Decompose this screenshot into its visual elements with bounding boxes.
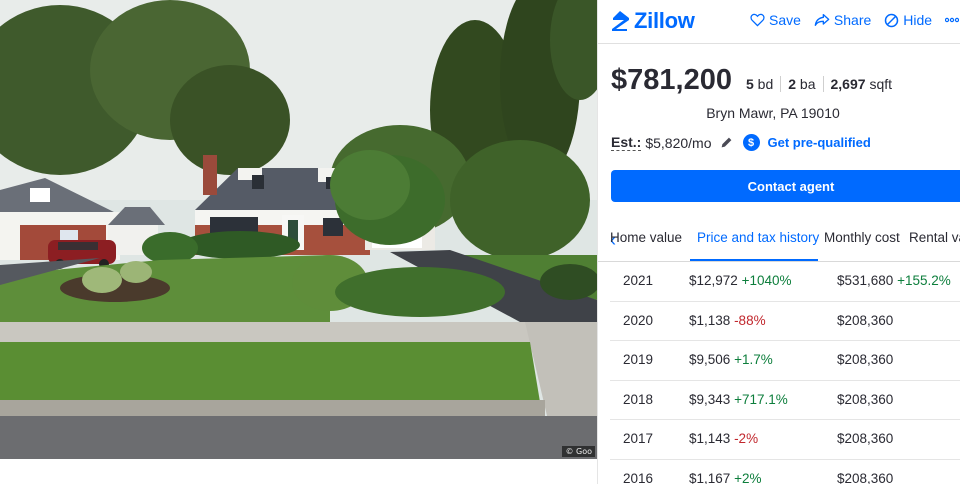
assessment-amount: $208,360 (837, 312, 894, 328)
tax-change: -2% (734, 431, 759, 446)
price-row: $781,200 5 bd 2 ba 2,697 sqft (611, 64, 892, 97)
year-cell: 2018 (623, 391, 654, 407)
dollar-icon: $ (742, 134, 760, 151)
assessment-amount: $208,360 (837, 352, 894, 367)
share-button[interactable]: Share (814, 12, 871, 28)
listing-panel: Zillow Save Share Hide $781,200 5 bd 2 b… (597, 0, 960, 484)
hide-button[interactable]: Hide (884, 12, 932, 28)
house-street-image (0, 0, 597, 459)
save-button[interactable]: Save (750, 12, 801, 28)
listing-price: $781,200 (611, 64, 732, 96)
tax-history-table: 2021 $12,972 +1040% $531,680 +155.2% 202… (610, 262, 960, 484)
assessment-amount: $208,360 (837, 431, 894, 446)
fact-divider (780, 76, 782, 92)
hide-label: Hide (903, 12, 933, 28)
share-icon (814, 14, 830, 27)
year-cell: 2017 (623, 431, 654, 446)
assessment-amount: $531,680 (837, 273, 894, 288)
tax-cell: $12,972 +1040% (689, 273, 792, 288)
tax-amount: $9,343 (689, 391, 731, 407)
fact-divider (822, 76, 824, 92)
tax-change: +1040% (741, 273, 792, 288)
tab-home-value-label: Home value (610, 230, 683, 245)
assessment-cell: $208,360 (837, 431, 893, 446)
year-cell: 2019 (623, 352, 654, 367)
photo-footer-blank (0, 459, 597, 484)
sqft-value: 2,697 (830, 76, 866, 92)
baths: 2 ba (788, 76, 815, 92)
panel-header: Zillow Save Share Hide (598, 0, 960, 44)
assessment-cell: $208,360 (837, 392, 893, 407)
sqft-unit: sqft (869, 76, 893, 92)
tax-change: +1.7% (734, 352, 773, 367)
table-row: 2016 $1,167 +2% $208,360 (610, 460, 960, 484)
sqft: 2,697 sqft (831, 76, 893, 92)
save-label: Save (769, 12, 801, 28)
table-row: 2018 $9,343 +717.1% $208,360 (610, 381, 960, 420)
zillow-listing-page: © Goo Zillow Save Share Hide $781,200 5 … (0, 0, 960, 484)
share-label: Share (833, 12, 872, 28)
assessment-cell: $531,680 +155.2% (837, 273, 951, 288)
assessment-amount: $208,360 (837, 391, 894, 407)
listing-tabs: ‹ Home value Price and tax history Month… (598, 218, 960, 262)
baths-unit: ba (799, 76, 816, 92)
baths-value: 2 (788, 76, 797, 92)
table-row: 2019 $9,506 +1.7% $208,360 (610, 341, 960, 381)
tab-rental-value[interactable]: Rental value (909, 230, 960, 245)
zillow-house-icon (612, 11, 629, 31)
get-prequalified-link[interactable]: Get pre-qualified (768, 135, 871, 150)
contact-agent-button[interactable]: Contact agent (611, 170, 960, 202)
assessment-cell: $208,360 (837, 352, 893, 367)
beds: 5 bd (746, 76, 773, 92)
est-label[interactable]: Est.: (611, 134, 642, 151)
tax-amount: $1,167 (689, 470, 731, 484)
tax-cell: $9,343 +717.1% (689, 392, 788, 407)
tax-cell: $9,506 +1.7% (689, 352, 773, 367)
hide-icon (885, 13, 899, 27)
street-view-photo[interactable]: © Goo (0, 0, 597, 459)
photo-credit: © Goo (562, 446, 595, 457)
table-row: 2017 $1,143 -2% $208,360 (610, 420, 960, 460)
tax-amount: $1,138 (689, 312, 731, 328)
zillow-logo[interactable]: Zillow (610, 8, 695, 34)
tax-amount: $9,506 (689, 352, 731, 367)
assessment-cell: $208,360 (837, 313, 893, 328)
table-row: 2020 $1,138 -88% $208,360 (610, 302, 960, 341)
listing-address: Bryn Mawr, PA 19010 (706, 105, 840, 121)
pencil-icon[interactable] (720, 136, 733, 149)
year-cell: 2016 (623, 470, 654, 484)
tax-cell: $1,143 -2% (689, 431, 758, 446)
tax-amount: $1,143 (689, 431, 731, 446)
year-cell: 2021 (623, 273, 654, 288)
tab-home-value[interactable]: Home value (610, 230, 686, 245)
beds-value: 5 (745, 76, 754, 92)
heart-icon (750, 13, 765, 27)
tax-cell: $1,138 -88% (689, 313, 766, 328)
tax-change: +2% (734, 470, 762, 484)
table-row: 2021 $12,972 +1040% $531,680 +155.2% (610, 262, 960, 302)
tax-amount: $12,972 (689, 273, 738, 288)
header-actions: Save Share Hide (750, 12, 960, 28)
tab-monthly-cost[interactable]: Monthly cost (824, 230, 900, 245)
year-cell: 2020 (623, 312, 654, 328)
beds-unit: bd (757, 76, 774, 92)
est-value: $5,820/mo (645, 134, 712, 151)
assessment-amount: $208,360 (837, 470, 894, 484)
tax-cell: $1,167 +2% (689, 471, 761, 484)
tax-change: +717.1% (734, 391, 788, 407)
estimated-payment-row: Est.: $5,820/mo $ Get pre-qualified (611, 134, 871, 151)
assessment-change: +155.2% (897, 273, 951, 288)
tab-price-tax-history[interactable]: Price and tax history (697, 230, 819, 245)
more-button[interactable]: M (945, 12, 960, 28)
bed-bath-sqft: 5 bd 2 ba 2,697 sqft (746, 76, 892, 92)
more-icon (945, 17, 960, 23)
assessment-cell: $208,360 (837, 471, 893, 484)
tax-change: -88% (734, 312, 766, 328)
logo-text: Zillow (634, 8, 695, 33)
